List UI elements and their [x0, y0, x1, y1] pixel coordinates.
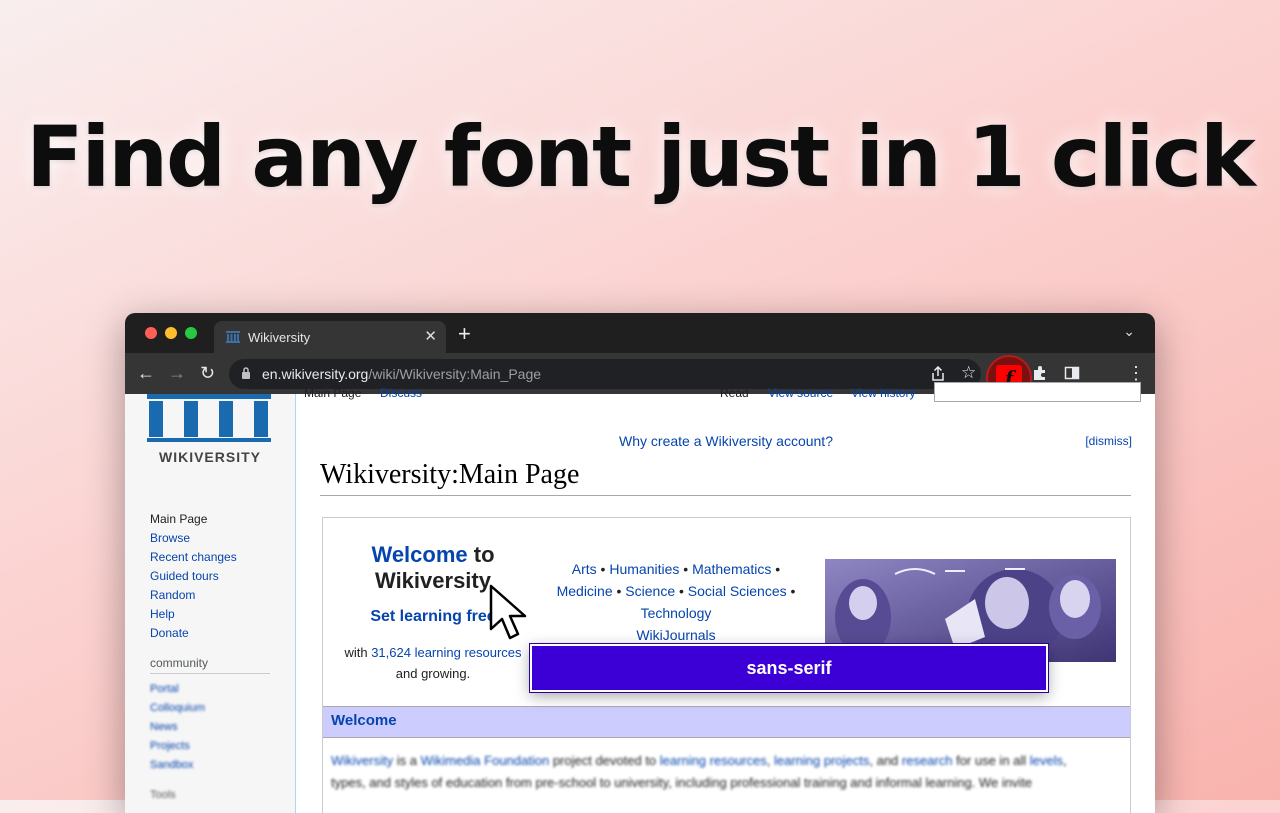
subject-science[interactable]: Science — [625, 583, 675, 599]
puzzle-icon[interactable] — [1032, 365, 1048, 381]
sidebar-icon[interactable] — [1064, 365, 1080, 381]
tab-view-source[interactable]: View source — [768, 386, 833, 400]
sidebar-item-help[interactable]: Help — [150, 605, 237, 624]
web-page: WIKIVERSITY Main Page Browse Recent chan… — [125, 394, 1155, 813]
subject-wikijournals[interactable]: WikiJournals — [636, 627, 715, 643]
resources-link[interactable]: 31,624 learning resources — [371, 645, 521, 660]
para-text-4: , and — [869, 753, 902, 768]
star-icon[interactable]: ☆ — [961, 363, 976, 383]
subject-social-sciences[interactable]: Social Sciences — [688, 583, 787, 599]
subject-mathematics[interactable]: Mathematics — [692, 561, 771, 577]
para-text-3: , — [767, 753, 774, 768]
wiki-search-input[interactable] — [934, 382, 1141, 402]
para-text-1: is a — [393, 753, 420, 768]
tab-main-page[interactable]: Main Page — [304, 386, 361, 400]
para-text-5: for use in all — [952, 753, 1029, 768]
wiki-sidebar: WIKIVERSITY Main Page Browse Recent chan… — [125, 394, 295, 813]
font-result-badge: sans-serif — [530, 644, 1048, 692]
community-heading: community — [150, 656, 208, 670]
minimize-window-button[interactable] — [165, 327, 177, 339]
para-line-2: types, and styles of education from pre-… — [331, 775, 1032, 790]
subject-technology[interactable]: Technology — [641, 605, 712, 621]
browser-tab[interactable]: Wikiversity ✕ — [214, 321, 446, 353]
divider — [150, 673, 270, 674]
wiki-content: Main Page Discuss Read View source View … — [295, 394, 1155, 813]
subjects-list: Arts • Humanities • Mathematics • Medici… — [551, 558, 801, 646]
subject-medicine[interactable]: Medicine — [557, 583, 613, 599]
reload-icon[interactable]: ↻ — [200, 362, 215, 384]
sidebar-item-sandbox[interactable]: Sandbox — [150, 756, 205, 775]
mouse-pointer-icon — [488, 583, 540, 643]
welcome-word[interactable]: Welcome — [371, 542, 467, 567]
account-notice[interactable]: Why create a Wikiversity account? — [296, 433, 1155, 449]
address-bar[interactable]: en.wikiversity.org/wiki/Wikiversity:Main… — [229, 359, 981, 389]
back-icon[interactable]: ← — [137, 362, 155, 384]
intro-paragraph: Wikiversity is a Wikimedia Foundation pr… — [331, 750, 1121, 794]
welcome-section-title: Welcome — [331, 712, 397, 729]
sidebar-item-news[interactable]: News — [150, 718, 205, 737]
link-learning-projects[interactable]: learning projects — [774, 753, 869, 768]
dismiss-link[interactable]: [dismiss] — [1085, 434, 1132, 448]
sidebar-item-portal[interactable]: Portal — [150, 680, 205, 699]
share-icon[interactable] — [931, 366, 945, 382]
menu-icon[interactable]: ⋮ — [1127, 362, 1145, 384]
wiki-tabs: Main Page Discuss Read View source View … — [296, 386, 1155, 406]
tab-view-history[interactable]: View history — [851, 386, 915, 400]
community-nav: Portal Colloquium News Projects Sandbox — [150, 680, 205, 775]
para-text-6: , — [1063, 753, 1067, 768]
sidebar-item-colloquium[interactable]: Colloquium — [150, 699, 205, 718]
new-tab-icon[interactable]: + — [458, 321, 471, 347]
sidebar-nav: Main Page Browse Recent changes Guided t… — [150, 510, 237, 643]
and-growing: and growing. — [396, 666, 470, 681]
url-text: en.wikiversity.org/wiki/Wikiversity:Main… — [262, 366, 541, 382]
welcome-site: Wikiversity — [375, 568, 491, 593]
with-prefix: with — [344, 645, 371, 660]
link-wikimedia-foundation[interactable]: Wikimedia Foundation — [421, 753, 550, 768]
subject-arts[interactable]: Arts — [572, 561, 597, 577]
maximize-window-button[interactable] — [185, 327, 197, 339]
close-tab-icon[interactable]: ✕ — [424, 327, 437, 345]
browser-window: Wikiversity ✕ + ⌄ ← → ↻ en.wikiversity.o… — [125, 313, 1155, 813]
para-text-2: project devoted to — [549, 753, 660, 768]
sidebar-item-browse[interactable]: Browse — [150, 529, 237, 548]
close-window-button[interactable] — [145, 327, 157, 339]
tab-discuss[interactable]: Discuss — [380, 386, 422, 400]
link-learning-resources[interactable]: learning resources — [660, 753, 767, 768]
sidebar-item-random[interactable]: Random — [150, 586, 237, 605]
tools-heading: Tools — [150, 789, 176, 801]
logo-text: WIKIVERSITY — [147, 449, 273, 465]
sidebar-item-projects[interactable]: Projects — [150, 737, 205, 756]
link-wikiversity[interactable]: Wikiversity — [331, 753, 393, 768]
sidebar-item-recent-changes[interactable]: Recent changes — [150, 548, 237, 567]
url-path: /wiki/Wikiversity:Main_Page — [368, 366, 541, 382]
link-levels[interactable]: levels — [1030, 753, 1063, 768]
chevron-down-icon[interactable]: ⌄ — [1123, 323, 1135, 340]
page-title: Wikiversity:Main Page — [320, 459, 1131, 496]
subject-humanities[interactable]: Humanities — [609, 561, 679, 577]
tab-read[interactable]: Read — [720, 386, 749, 400]
lock-icon[interactable] — [241, 366, 251, 380]
logo-columns-icon — [147, 394, 271, 442]
welcome-to: to — [468, 542, 495, 567]
sidebar-item-guided-tours[interactable]: Guided tours — [150, 567, 237, 586]
tab-strip: Wikiversity ✕ + ⌄ — [125, 313, 1155, 353]
url-host: en.wikiversity.org — [262, 366, 368, 382]
sidebar-item-donate[interactable]: Donate — [150, 624, 237, 643]
tab-title: Wikiversity — [248, 330, 310, 345]
welcome-section-header: Welcome — [323, 706, 1130, 738]
headline: Find any font just in 1 click — [0, 108, 1280, 206]
forward-icon[interactable]: → — [168, 362, 186, 384]
wikiversity-favicon-icon — [226, 331, 240, 343]
sidebar-item-main-page[interactable]: Main Page — [150, 510, 237, 529]
link-research[interactable]: research — [902, 753, 953, 768]
resources-text: with 31,624 learning resources and growin… — [323, 642, 543, 684]
